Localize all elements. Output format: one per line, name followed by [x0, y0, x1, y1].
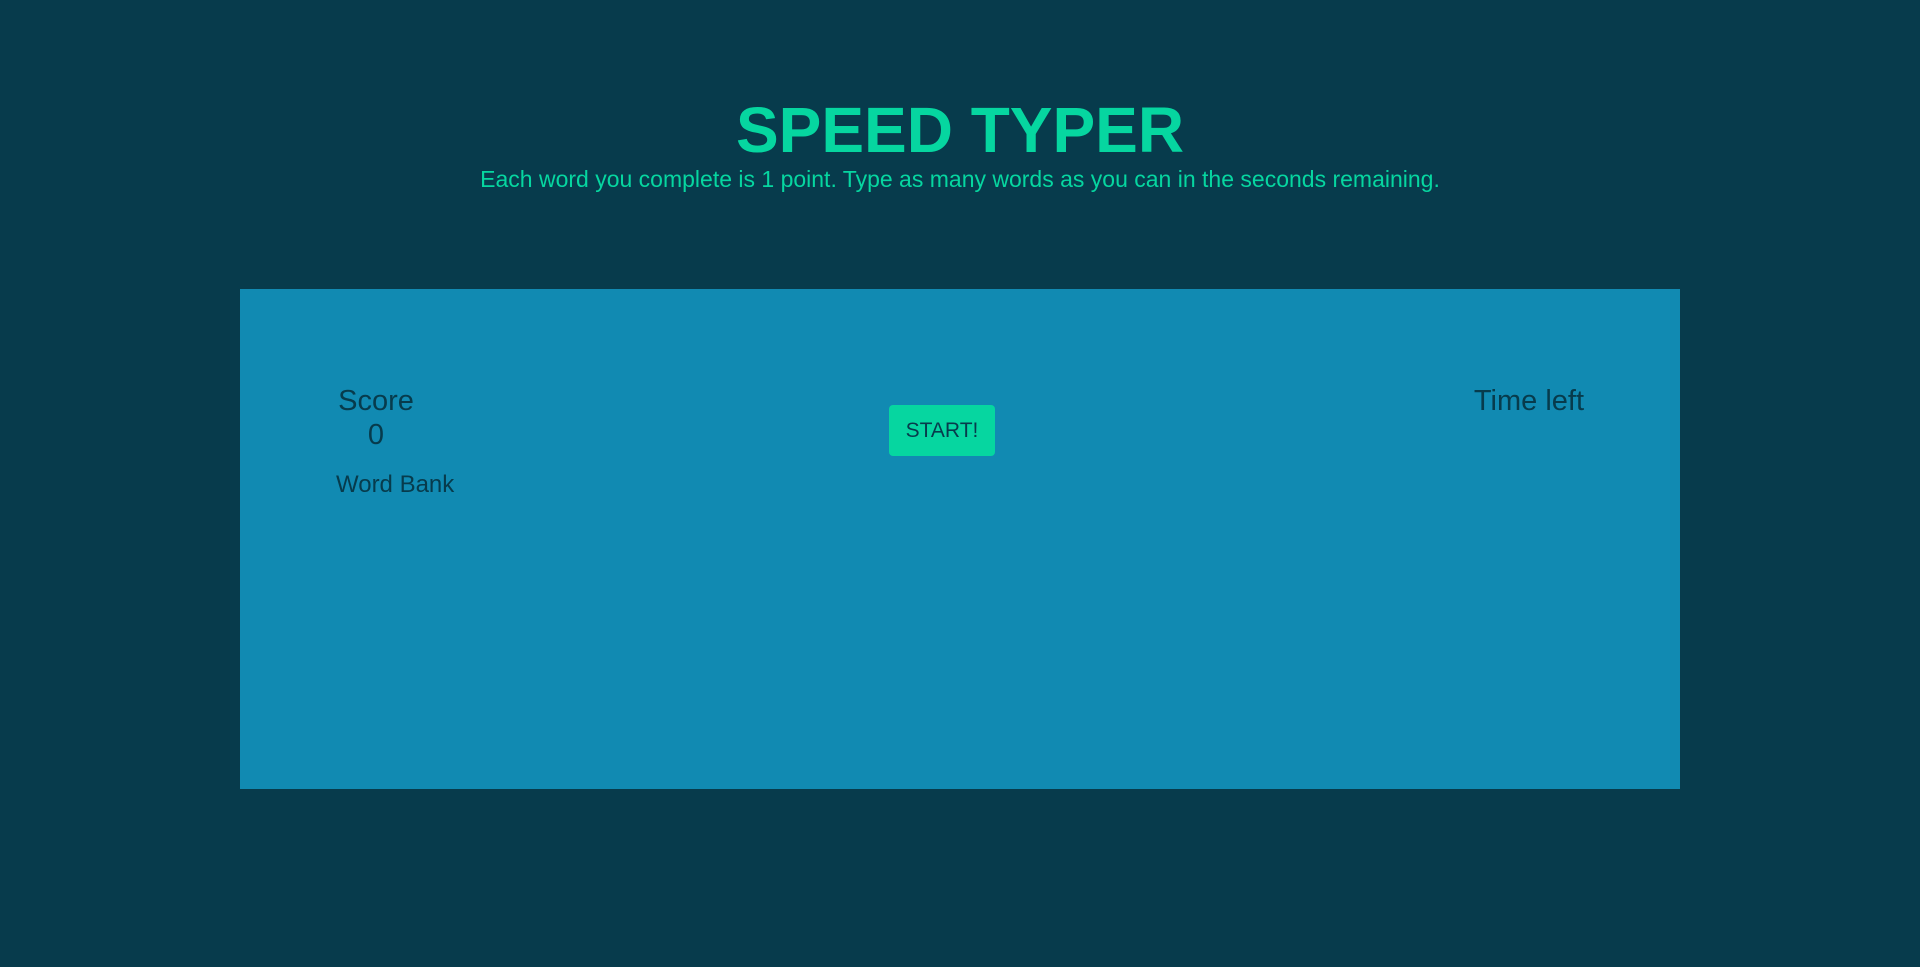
game-panel: Score 0 Word Bank START! Time left: [240, 289, 1680, 789]
page-title: SPEED TYPER: [735, 94, 1185, 166]
score-block: Score 0: [336, 384, 416, 452]
score-value: 0: [367, 419, 385, 451]
page: SPEED TYPER Each word you complete is 1 …: [0, 0, 1920, 967]
start-button[interactable]: START!: [889, 405, 995, 456]
time-left-label: Time left: [1473, 385, 1584, 417]
score-label: Score: [338, 385, 414, 417]
word-bank-label: Word Bank: [336, 471, 455, 498]
instructions-text: Each word you complete is 1 point. Type …: [480, 166, 1440, 192]
